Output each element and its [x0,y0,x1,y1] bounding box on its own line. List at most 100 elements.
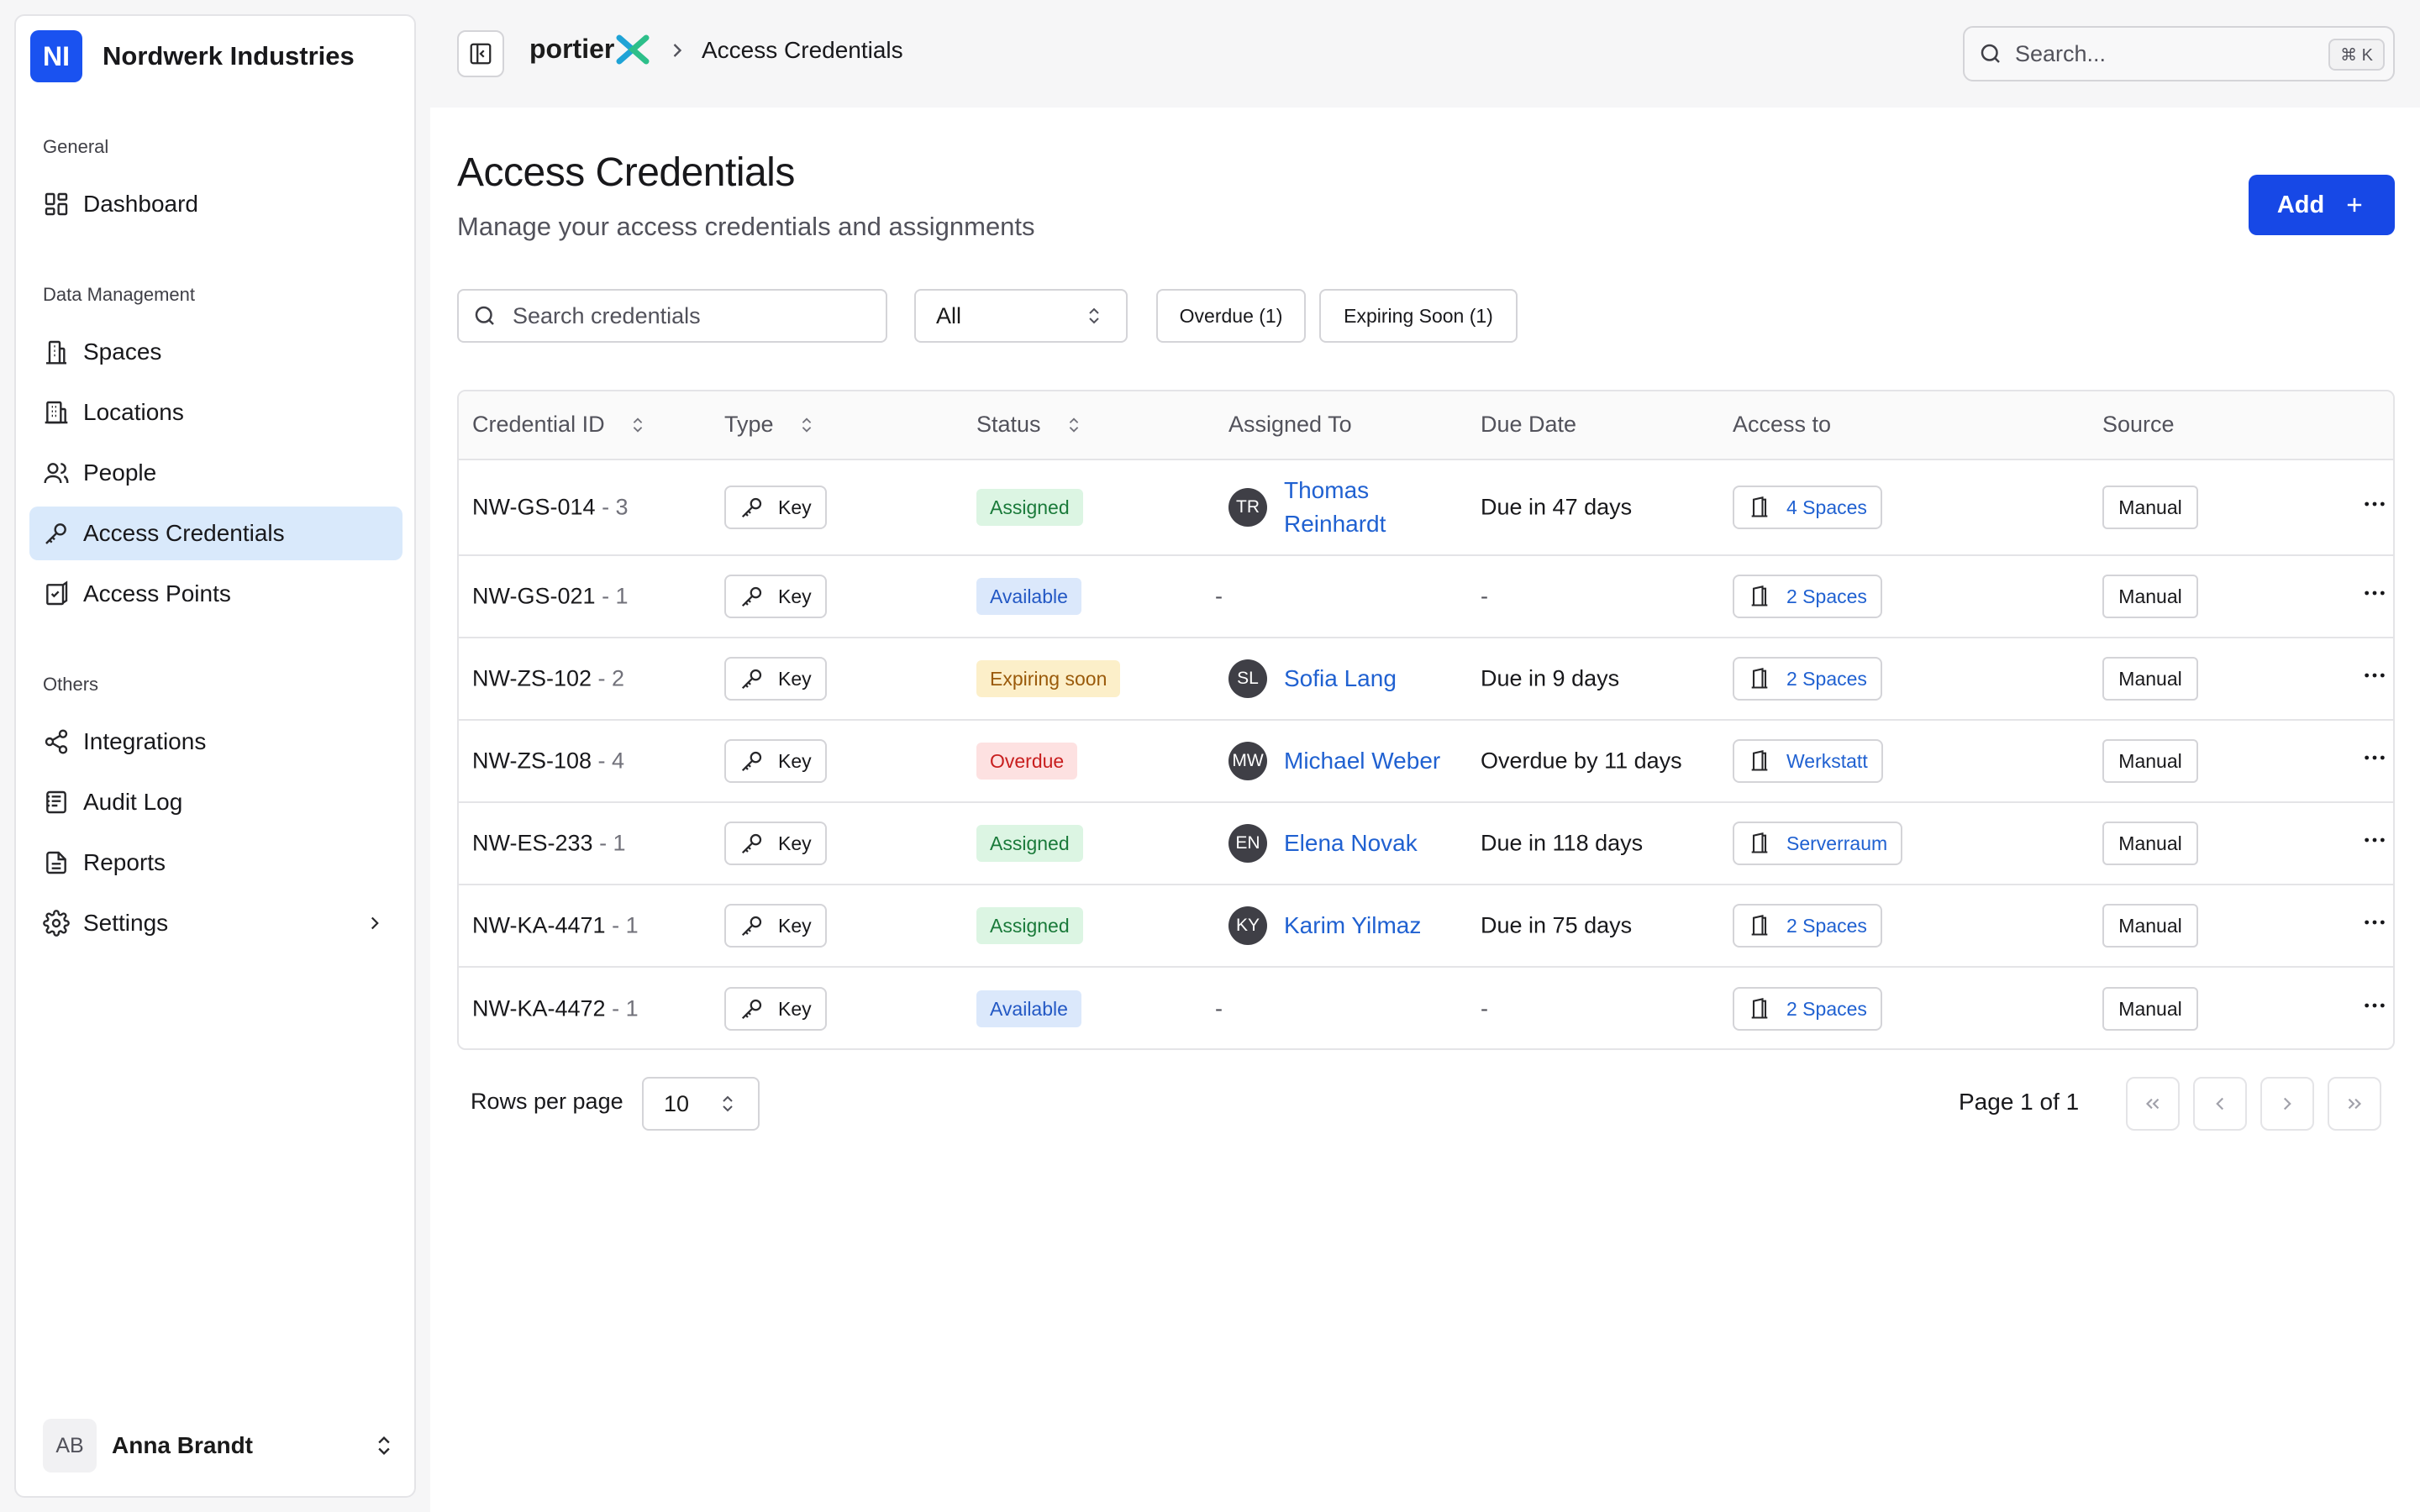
door-icon [1751,750,1768,771]
assignee-link[interactable]: Karim Yilmaz [1284,909,1421,942]
user-menu[interactable]: AB Anna Brandt [43,1417,404,1474]
portier-logo[interactable]: portier [529,34,650,65]
credential-id[interactable]: NW-ZS-102 - 2 [472,666,624,692]
assignee[interactable]: MW Michael Weber [1228,742,1440,780]
access-to-button[interactable]: Serverraum [1733,822,1903,865]
credential-id-value: NW-ZS-102 [472,665,592,691]
table-row[interactable]: NW-KA-4472 - 1 Key Available - - 2 Spaces Manu… [459,968,2393,1048]
access-to-label: 2 Spaces [1786,997,1867,1020]
assignee-link[interactable]: Thomas Reinhardt [1284,474,1386,541]
source-cell: Manual [2102,904,2198,948]
column-header-type[interactable]: Type [724,412,816,438]
table-header: Credential ID Type Status Assigned To Du… [459,391,2393,460]
sidebar: NI Nordwerk Industries General Dashboard… [14,14,416,1498]
add-button-label: Add [2276,191,2325,218]
row-actions-button[interactable] [2361,827,2388,860]
credential-copy-number: - 1 [612,995,639,1021]
table-row[interactable]: NW-ES-233 - 1 Key Assigned EN Elena Novak Due… [459,803,2393,885]
table-row[interactable]: NW-KA-4471 - 1 Key Assigned KY Karim Yilmaz D… [459,885,2393,968]
expiring-soon-filter-chip[interactable]: Expiring Soon (1) [1319,289,1518,343]
table-row[interactable]: NW-GS-014 - 3 Key Assigned TR Thomas Reinhar… [459,460,2393,556]
sidebar-item-audit-log[interactable]: Audit Log [29,775,402,829]
sidebar-item-reports[interactable]: Reports [29,836,402,890]
previous-page-button[interactable] [2193,1077,2247,1131]
credential-id[interactable]: NW-KA-4471 - 1 [472,913,639,939]
brand[interactable]: NI Nordwerk Industries [30,30,355,82]
row-actions-button[interactable] [2361,744,2388,778]
sidebar-item-access-credentials[interactable]: Access Credentials [29,507,402,560]
assignee-link[interactable]: Elena Novak [1284,827,1418,860]
key-icon [741,497,762,518]
sidebar-item-people[interactable]: People [29,446,402,500]
table-row[interactable]: NW-ZS-102 - 2 Key Expiring soon SL Sofia Lan… [459,638,2393,721]
assignee[interactable]: EN Elena Novak [1228,824,1418,863]
row-actions-button[interactable] [2361,909,2388,942]
credential-search-input[interactable]: Search credentials [457,289,887,343]
more-horizontal-icon [2365,673,2385,678]
column-header-status[interactable]: Status [976,412,1083,438]
rows-per-page-select[interactable]: 10 [642,1077,760,1131]
credential-id-value: NW-ES-233 [472,830,593,856]
key-icon [741,999,762,1020]
first-page-button[interactable] [2126,1077,2180,1131]
door-icon [1751,496,1768,517]
row-actions-button[interactable] [2361,992,2388,1026]
access-to-button[interactable]: 4 Spaces [1733,486,1882,529]
credential-id[interactable]: NW-KA-4472 - 1 [472,996,639,1022]
table-row[interactable]: NW-ZS-108 - 4 Key Overdue MW Michael Weber Ov… [459,721,2393,803]
row-actions-button[interactable] [2361,580,2388,613]
due-date: Overdue by 11 days [1481,748,1682,774]
sidebar-item-label: Dashboard [83,191,198,217]
door-icon [1751,668,1768,689]
access-to-label: 2 Spaces [1786,585,1867,607]
more-horizontal-icon [2365,591,2385,596]
more-horizontal-icon [2365,837,2385,843]
toggle-sidebar-button[interactable] [457,30,504,77]
assignee-link[interactable]: Michael Weber [1284,744,1440,778]
credential-id[interactable]: NW-ZS-108 - 4 [472,748,624,774]
assignee-link[interactable]: Sofia Lang [1284,662,1397,696]
source-badge: Manual [2102,575,2198,618]
status-filter-value: All [936,302,962,328]
last-page-button[interactable] [2328,1077,2381,1131]
access-to-cell: Werkstatt [1733,739,1883,783]
access-to-button[interactable]: 2 Spaces [1733,987,1882,1031]
credential-id[interactable]: NW-ES-233 - 1 [472,831,626,857]
access-to-button[interactable]: 2 Spaces [1733,904,1882,948]
sidebar-item-integrations[interactable]: Integrations [29,715,402,769]
assignee[interactable]: TR Thomas Reinhardt [1228,474,1386,541]
chevron-right-icon [371,916,379,930]
access-to-button[interactable]: 2 Spaces [1733,657,1882,701]
credential-id[interactable]: NW-GS-014 - 3 [472,495,629,521]
column-header-credential-id[interactable]: Credential ID [472,412,647,438]
add-button[interactable]: Add [2249,175,2395,235]
row-actions-button[interactable] [2361,662,2388,696]
overdue-filter-chip[interactable]: Overdue (1) [1156,289,1306,343]
row-actions-button[interactable] [2361,491,2388,524]
assignee[interactable]: KY Karim Yilmaz [1228,906,1421,945]
access-to-button[interactable]: Werkstatt [1733,739,1883,783]
access-to-button[interactable]: 2 Spaces [1733,575,1882,618]
global-search-input[interactable]: Search... ⌘ K [1963,26,2395,81]
status-badge: Overdue [976,743,1078,780]
sidebar-item-spaces[interactable]: Spaces [29,325,402,379]
next-page-button[interactable] [2260,1077,2314,1131]
credential-id-value: NW-KA-4471 [472,912,606,938]
status-filter-select[interactable]: All [914,289,1128,343]
table-row[interactable]: NW-GS-021 - 1 Key Available - - 2 Spaces Manua… [459,556,2393,638]
sidebar-item-settings[interactable]: Settings [29,896,402,950]
type-badge: Key [724,987,827,1031]
column-label: Credential ID [472,412,605,437]
sidebar-item-access-points[interactable]: Access Points [29,567,402,621]
type-badge: Key [724,904,827,948]
access-to-label: Werkstatt [1786,749,1868,772]
assignee[interactable]: SL Sofia Lang [1228,659,1397,698]
sidebar-item-dashboard[interactable]: Dashboard [29,177,402,231]
source-badge: Manual [2102,657,2198,701]
sidebar-item-locations[interactable]: Locations [29,386,402,439]
page-title: Access Credentials [457,150,795,195]
search-placeholder: Search... [2015,40,2107,66]
breadcrumb[interactable]: Access Credentials [702,37,903,64]
credential-id[interactable]: NW-GS-021 - 1 [472,584,629,610]
status-cell: Assigned [976,907,1083,944]
